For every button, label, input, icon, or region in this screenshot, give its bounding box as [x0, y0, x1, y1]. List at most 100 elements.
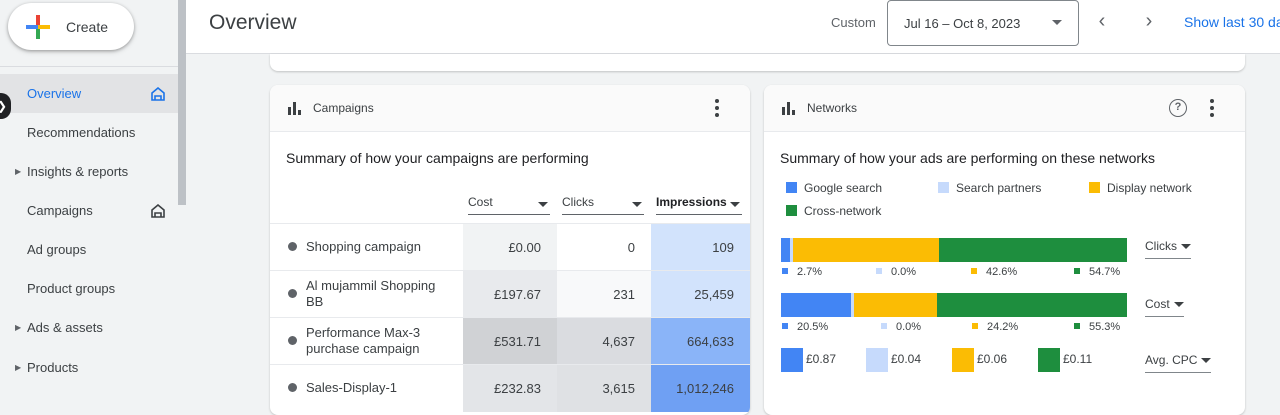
- sidebar-item-ads-assets[interactable]: ▶ Ads & assets: [0, 308, 178, 347]
- legend-label: Cross-network: [804, 204, 882, 218]
- pct-label-search-partners: 0.0%: [876, 266, 916, 278]
- legend-label: Display network: [1107, 181, 1192, 195]
- sidebar-item-label: Insights & reports: [27, 164, 129, 179]
- metric-select-clicks[interactable]: Clicks: [1145, 239, 1191, 259]
- networks-card: Networks ? Summary of how your ads are p…: [764, 85, 1245, 415]
- column-impressions[interactable]: Impressions: [656, 195, 742, 215]
- caret-right-icon: ▶: [15, 167, 22, 176]
- chevron-right-icon: ›: [1145, 10, 1153, 32]
- dropdown-arrow-icon: [538, 202, 548, 207]
- bar-segment-cross-network: [939, 238, 1127, 262]
- cpc-display-network: £0.06: [952, 348, 1007, 372]
- cpc-search-partners: £0.04: [866, 348, 921, 372]
- column-clicks[interactable]: Clicks: [562, 195, 644, 215]
- legend-swatch: [971, 268, 977, 274]
- impressions-cell: 25,459: [651, 271, 750, 318]
- metric-select-cost[interactable]: Cost: [1145, 297, 1184, 317]
- cpc-cross-network: £0.11: [1038, 348, 1092, 372]
- impressions-cell: 1,012,246: [651, 365, 750, 412]
- table-row[interactable]: Al mujammil Shopping BB £197.67 231 25,4…: [270, 270, 750, 318]
- more-options-icon[interactable]: [1209, 98, 1215, 118]
- status-dot-icon: [288, 383, 297, 392]
- sidebar-item-label: Recommendations: [27, 125, 136, 140]
- pct-label-cross-network: 54.7%: [1074, 266, 1120, 278]
- pct-value: 0.0%: [891, 266, 917, 278]
- sidebar-scrollbar[interactable]: [178, 0, 186, 205]
- sidebar-item-ad-groups[interactable]: Ad groups: [0, 230, 178, 269]
- home-icon: [151, 203, 165, 218]
- campaign-name[interactable]: Shopping campaign: [306, 239, 456, 255]
- campaign-name[interactable]: Performance Max-3 purchase campaign: [306, 325, 456, 357]
- pct-label-cross-network: 55.3%: [1074, 321, 1120, 333]
- cost-cell: £0.00: [463, 224, 557, 271]
- legend-swatch: [881, 323, 887, 329]
- metric-label: Cost: [1145, 297, 1170, 311]
- help-icon[interactable]: ?: [1169, 99, 1187, 117]
- more-options-icon[interactable]: [714, 98, 720, 118]
- sidebar: Create Overview Recommendations ▶ Insigh…: [0, 0, 186, 403]
- cpc-value: £0.87: [806, 352, 837, 367]
- chevron-left-icon: ‹: [1098, 10, 1106, 32]
- sidebar-item-label: Overview: [27, 86, 82, 101]
- column-label: Impressions: [656, 195, 727, 209]
- date-range-picker[interactable]: Jul 16 – Oct 8, 2023: [887, 0, 1079, 46]
- plus-icon: [26, 14, 50, 39]
- table-row[interactable]: Performance Max-3 purchase campaign £531…: [270, 317, 750, 365]
- next-period-button[interactable]: ›: [1137, 10, 1161, 34]
- pct-label-google-search: 2.7%: [782, 266, 822, 278]
- legend-swatch: [876, 268, 882, 274]
- home-icon: [151, 86, 165, 101]
- legend-swatch: [782, 323, 788, 329]
- metric-label: Avg. CPC: [1145, 353, 1198, 367]
- campaign-name[interactable]: Sales-Display-1: [306, 380, 456, 396]
- pct-label-display-network: 24.2%: [972, 321, 1018, 333]
- show-last-30-days-link[interactable]: Show last 30 da: [1184, 14, 1280, 30]
- cost-cell: £531.71: [463, 318, 557, 365]
- sidebar-item-product-groups[interactable]: Product groups: [0, 269, 178, 308]
- clicks-cell: 4,637: [557, 318, 651, 365]
- sidebar-item-products[interactable]: ▶ Products: [0, 348, 178, 387]
- sidebar-item-overview[interactable]: Overview: [0, 74, 178, 113]
- cpc-google-search: £0.87: [781, 348, 836, 372]
- create-button[interactable]: Create: [8, 3, 134, 50]
- date-range-type: Custom: [831, 15, 876, 30]
- cpc-value: £0.06: [977, 352, 1008, 367]
- legend-display-network: Display network: [1089, 181, 1192, 195]
- pct-value: 0.0%: [896, 321, 922, 333]
- legend-swatch: [1038, 348, 1060, 372]
- legend-swatch: [781, 348, 803, 372]
- table-row[interactable]: Shopping campaign £0.00 0 109: [270, 223, 750, 271]
- bar-chart-icon: [782, 102, 796, 115]
- card-title: Networks: [807, 101, 858, 115]
- campaigns-card-header: Campaigns: [270, 85, 750, 132]
- legend-cross-network: Cross-network: [786, 204, 881, 218]
- legend-swatch: [1074, 268, 1080, 274]
- date-range-value: Jul 16 – Oct 8, 2023: [904, 15, 1021, 31]
- bar-segment-display-network: [793, 238, 940, 262]
- sidebar-item-insights-reports[interactable]: ▶ Insights & reports: [0, 152, 178, 191]
- sidebar-item-campaigns[interactable]: Campaigns: [0, 191, 178, 230]
- sidebar-item-recommendations[interactable]: Recommendations: [0, 113, 178, 152]
- table-row[interactable]: Sales-Display-1 £232.83 3,615 1,012,246: [270, 364, 750, 412]
- create-label: Create: [66, 18, 109, 35]
- metric-select-avg-cpc[interactable]: Avg. CPC: [1145, 353, 1212, 373]
- column-cost[interactable]: Cost: [468, 195, 550, 215]
- bar-segment-display-network: [854, 293, 938, 317]
- previous-period-button[interactable]: ‹: [1090, 10, 1114, 34]
- campaign-name[interactable]: Al mujammil Shopping BB: [306, 278, 456, 310]
- pct-value: 55.3%: [1089, 321, 1121, 333]
- caret-right-icon: ▶: [15, 323, 22, 332]
- cost-stacked-bar: [781, 293, 1127, 317]
- clicks-stacked-bar: [781, 238, 1127, 262]
- clicks-cell: 231: [557, 271, 651, 318]
- status-dot-icon: [288, 336, 297, 345]
- pct-value: 2.7%: [797, 266, 823, 278]
- legend-swatch: [972, 323, 978, 329]
- dropdown-arrow-icon: [632, 202, 642, 207]
- pct-value: 24.2%: [987, 321, 1019, 333]
- clicks-cell: 3,615: [557, 365, 651, 412]
- bar-segment-cross-network: [937, 293, 1127, 317]
- legend-label: Search partners: [956, 181, 1042, 195]
- impressions-cell: 109: [651, 224, 750, 271]
- campaigns-card: Campaigns Summary of how your campaigns …: [270, 85, 750, 415]
